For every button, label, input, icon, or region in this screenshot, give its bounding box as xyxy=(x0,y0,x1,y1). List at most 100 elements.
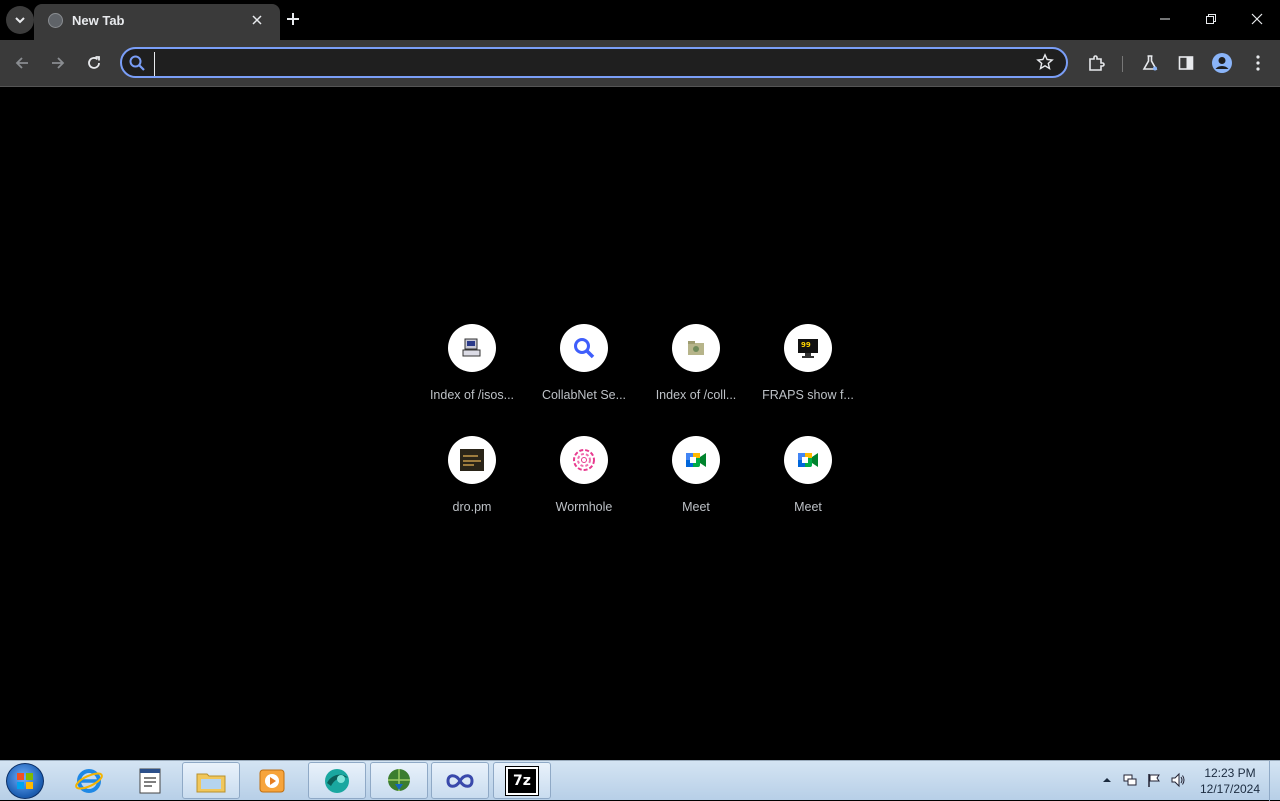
google-meet-icon xyxy=(798,453,818,467)
profile-button[interactable] xyxy=(1209,50,1235,76)
shortcut-label: dro.pm xyxy=(452,500,492,514)
reload-button[interactable] xyxy=(81,50,107,76)
taskbar-download-manager[interactable] xyxy=(370,762,428,799)
clock-time: 12:23 PM xyxy=(1204,766,1256,780)
7zip-label: 7z xyxy=(513,772,531,789)
side-panel-icon xyxy=(1178,56,1194,70)
browser-toolbar xyxy=(0,40,1280,87)
shortcut-label: Index of /isos... xyxy=(429,388,515,402)
close-tab-button[interactable] xyxy=(248,11,266,29)
shortcut-label: Wormhole xyxy=(555,500,613,514)
tab-new-tab[interactable]: New Tab xyxy=(34,4,280,40)
title-bar: New Tab xyxy=(0,0,1280,40)
arrow-right-icon xyxy=(52,57,65,69)
new-tab-button[interactable] xyxy=(282,8,304,30)
start-button[interactable] xyxy=(6,763,44,799)
back-button[interactable] xyxy=(9,50,35,76)
address-input[interactable] xyxy=(154,52,1019,76)
browser-app-icon xyxy=(325,768,349,793)
minimize-button[interactable] xyxy=(1151,6,1179,32)
file-explorer-icon xyxy=(196,773,226,792)
taskbar-document-app[interactable] xyxy=(121,762,179,799)
shortcut-tile[interactable]: Index of /isos... xyxy=(416,324,528,424)
windows-logo-icon xyxy=(17,773,33,789)
wormhole-icon xyxy=(573,449,595,471)
side-panel-button[interactable] xyxy=(1173,50,1199,76)
shortcut-icon-circle xyxy=(448,436,496,484)
shortcut-icon-circle: 99 xyxy=(784,324,832,372)
tray-volume[interactable] xyxy=(1169,771,1187,789)
shortcut-label: Index of /coll... xyxy=(655,388,737,402)
flag-icon xyxy=(1148,774,1160,787)
tab-search-button[interactable] xyxy=(6,6,34,34)
close-icon xyxy=(252,15,262,25)
clock-date: 12/17/2024 xyxy=(1199,782,1261,796)
toolbar-separator xyxy=(1122,56,1123,72)
taskbar-internet-explorer[interactable] xyxy=(60,762,118,799)
restore-icon xyxy=(1206,14,1216,24)
taskbar-file-explorer[interactable] xyxy=(182,762,240,799)
taskbar-7zip[interactable]: 7z xyxy=(493,762,551,799)
close-icon xyxy=(1251,13,1263,25)
chevron-down-icon xyxy=(15,17,25,24)
arrow-left-icon xyxy=(15,57,28,69)
document-icon xyxy=(139,768,161,793)
chevron-up-icon xyxy=(1103,778,1111,782)
magnifier-icon xyxy=(574,338,595,359)
7zip-icon: 7z xyxy=(505,765,539,796)
browser-menu-button[interactable] xyxy=(1245,50,1271,76)
show-hidden-icons-button[interactable] xyxy=(1098,771,1116,789)
network-icon xyxy=(1123,774,1137,786)
labs-button[interactable] xyxy=(1137,50,1163,76)
speaker-icon xyxy=(1171,772,1185,788)
shortcut-icon-circle xyxy=(448,324,496,372)
avatar-icon xyxy=(1212,53,1232,73)
shortcut-tile[interactable]: Meet xyxy=(752,436,864,536)
tray-network[interactable] xyxy=(1121,771,1139,789)
minimize-icon xyxy=(1160,18,1170,20)
taskbar-media-player[interactable] xyxy=(243,762,301,799)
taskbar-infinity-app[interactable] xyxy=(431,762,489,799)
taskbar-clock[interactable]: 12:23 PM 12/17/2024 xyxy=(1194,765,1266,797)
globe-icon xyxy=(48,13,63,28)
download-manager-icon xyxy=(388,768,410,791)
svg-text:99: 99 xyxy=(801,341,811,349)
shortcut-tile[interactable]: Index of /coll... xyxy=(640,324,752,424)
shortcut-label: FRAPS show f... xyxy=(762,388,854,402)
folder-icon xyxy=(688,341,704,355)
plus-icon xyxy=(287,13,299,25)
google-meet-icon xyxy=(686,453,706,467)
shortcut-label: CollabNet Se... xyxy=(541,388,627,402)
shortcut-tile[interactable]: dro.pm xyxy=(416,436,528,536)
show-desktop-button[interactable] xyxy=(1269,761,1280,801)
shortcut-tile[interactable]: 99 FRAPS show f... xyxy=(752,324,864,424)
extensions-button[interactable] xyxy=(1083,50,1109,76)
close-window-button[interactable] xyxy=(1243,6,1271,32)
shortcut-label: Meet xyxy=(682,500,710,514)
forward-button[interactable] xyxy=(45,50,71,76)
dro-icon xyxy=(460,449,484,471)
shortcut-icon-circle xyxy=(560,324,608,372)
tray-action-center[interactable] xyxy=(1145,771,1163,789)
fraps-icon: 99 xyxy=(798,339,818,358)
tab-title: New Tab xyxy=(72,13,125,28)
bookmark-star-icon[interactable] xyxy=(1036,53,1054,71)
internet-explorer-icon xyxy=(75,768,103,793)
shortcut-icon-circle xyxy=(672,436,720,484)
restore-button[interactable] xyxy=(1197,6,1225,32)
search-icon xyxy=(129,55,145,71)
address-bar[interactable] xyxy=(120,47,1068,78)
shortcut-tile[interactable]: CollabNet Se... xyxy=(528,324,640,424)
puzzle-icon xyxy=(1089,55,1105,71)
shortcut-tile[interactable]: Wormhole xyxy=(528,436,640,536)
taskbar-browser-app[interactable] xyxy=(308,762,366,799)
windows-taskbar: 7z 12:23 PM 12/17/2024 xyxy=(0,760,1280,801)
shortcut-icon-circle xyxy=(560,436,608,484)
kebab-menu-icon xyxy=(1256,55,1260,71)
shortcut-icon-circle xyxy=(672,324,720,372)
infinity-app-icon xyxy=(446,773,474,788)
shortcut-icon-circle xyxy=(784,436,832,484)
flask-icon xyxy=(1142,55,1158,71)
shortcut-tile[interactable]: Meet xyxy=(640,436,752,536)
shortcut-label: Meet xyxy=(794,500,822,514)
